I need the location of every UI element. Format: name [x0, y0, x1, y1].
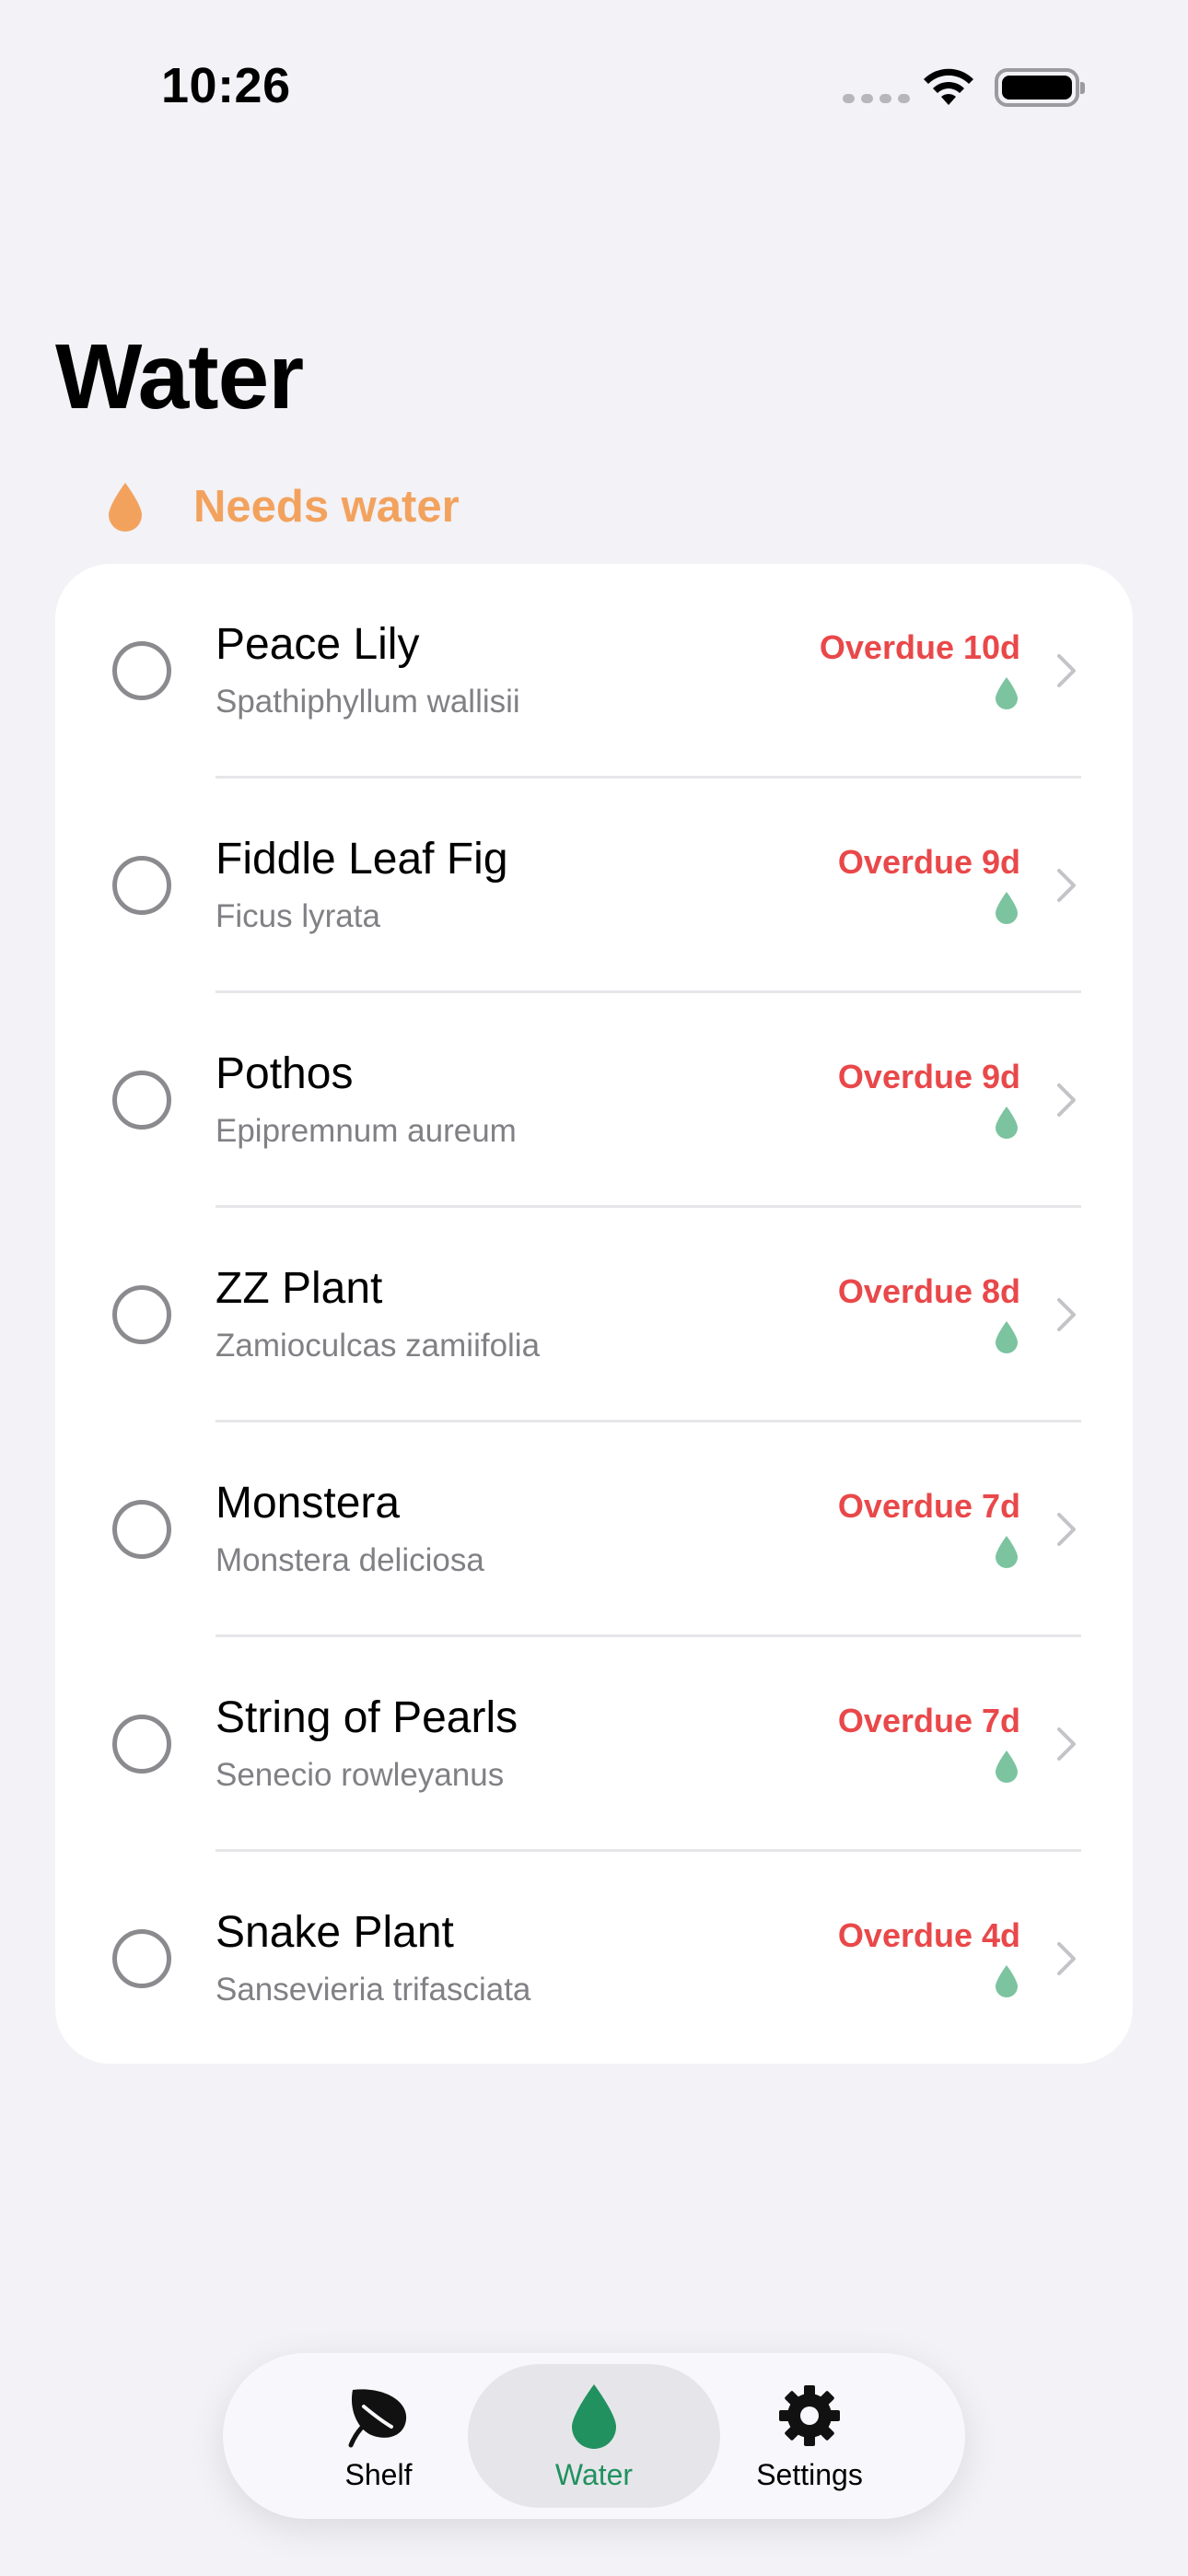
water-checkbox[interactable] [112, 641, 171, 700]
water-drop-icon [996, 1751, 1018, 1783]
water-drop-icon [996, 1536, 1018, 1568]
plant-row[interactable]: Fiddle Leaf Fig Ficus lyrata Overdue 9d [55, 779, 1133, 993]
plant-list: Peace Lily Spathiphyllum wallisii Overdu… [55, 564, 1133, 2064]
chevron-right-icon [1057, 1513, 1076, 1546]
wifi-icon [924, 68, 973, 105]
status-time: 10:26 [161, 58, 291, 113]
plant-row[interactable]: ZZ Plant Zamioculcas zamiifolia Overdue … [55, 1208, 1133, 1423]
water-drop-icon [996, 677, 1018, 709]
leaf-icon [348, 2389, 407, 2448]
overdue-status: Overdue 7d [837, 1702, 1020, 1739]
overdue-status: Overdue 10d [819, 628, 1020, 666]
chevron-right-icon [1057, 869, 1076, 902]
plant-scientific-name: Epipremnum aureum [215, 1113, 517, 1149]
overdue-status: Overdue 4d [837, 1916, 1020, 1954]
chevron-right-icon [1057, 1727, 1076, 1761]
tab-label: Water [554, 2458, 634, 2491]
plant-scientific-name: Zamioculcas zamiifolia [215, 1328, 541, 1364]
water-drop-icon [996, 1107, 1018, 1139]
plant-row[interactable]: Peace Lily Spathiphyllum wallisii Overdu… [55, 564, 1133, 779]
water-drop-icon [109, 483, 142, 532]
overdue-status: Overdue 9d [837, 1058, 1020, 1095]
water-checkbox[interactable] [112, 1715, 171, 1774]
plant-scientific-name: Senecio rowleyanus [215, 1757, 505, 1793]
plant-name: Snake Plant [215, 1908, 454, 1957]
overdue-status: Overdue 9d [837, 843, 1020, 881]
water-checkbox[interactable] [112, 1929, 171, 1988]
gear-icon [779, 2385, 840, 2446]
water-checkbox[interactable] [112, 1071, 171, 1130]
water-checkbox[interactable] [112, 1285, 171, 1344]
plant-name: ZZ Plant [215, 1264, 383, 1313]
plant-name: Pothos [215, 1049, 354, 1098]
plant-row[interactable]: Monstera Monstera deliciosa Overdue 7d [55, 1423, 1133, 1637]
water-checkbox[interactable] [112, 856, 171, 915]
tab-label: Shelf [344, 2458, 413, 2491]
plant-row[interactable]: Snake Plant Sansevieria trifasciata Over… [55, 1852, 1133, 2067]
plant-scientific-name: Ficus lyrata [215, 898, 380, 934]
section-header: Needs water [107, 481, 460, 533]
water-drop-icon [996, 1321, 1018, 1353]
chevron-right-icon [1057, 654, 1076, 687]
chevron-right-icon [1057, 1083, 1076, 1117]
water-checkbox[interactable] [112, 1500, 171, 1559]
plant-name: Fiddle Leaf Fig [215, 835, 508, 884]
battery-icon [995, 68, 1085, 107]
plant-row[interactable]: Pothos Epipremnum aureum Overdue 9d [55, 993, 1133, 1208]
water-drop-icon [996, 1965, 1018, 1997]
water-screen: 10:26 Water Needs water Peace Lily Spath… [0, 0, 1188, 2576]
plant-scientific-name: Monstera deliciosa [215, 1542, 484, 1578]
water-drop-icon [996, 892, 1018, 924]
chevron-right-icon [1057, 1298, 1076, 1331]
tab-bar: Shelf Water Settings [223, 2353, 965, 2519]
plant-row[interactable]: String of Pearls Senecio rowleyanus Over… [55, 1637, 1133, 1852]
tab-label: Settings [756, 2458, 863, 2491]
plant-name: Peace Lily [215, 620, 420, 669]
tab-settings[interactable]: Settings [683, 2364, 936, 2508]
water-drop-icon [572, 2384, 616, 2449]
cellular-signal-icon [843, 94, 910, 103]
plant-name: Monstera [215, 1479, 401, 1528]
plant-name: String of Pearls [215, 1693, 518, 1742]
section-label: Needs water [193, 482, 460, 532]
tab-shelf[interactable]: Shelf [252, 2364, 505, 2508]
plant-scientific-name: Sansevieria trifasciata [215, 1972, 531, 2008]
overdue-status: Overdue 8d [837, 1272, 1020, 1310]
chevron-right-icon [1057, 1942, 1076, 1975]
overdue-status: Overdue 7d [837, 1487, 1020, 1525]
tab-water[interactable]: Water [468, 2364, 720, 2508]
page-title: Water [55, 325, 304, 428]
plant-scientific-name: Spathiphyllum wallisii [215, 684, 520, 720]
